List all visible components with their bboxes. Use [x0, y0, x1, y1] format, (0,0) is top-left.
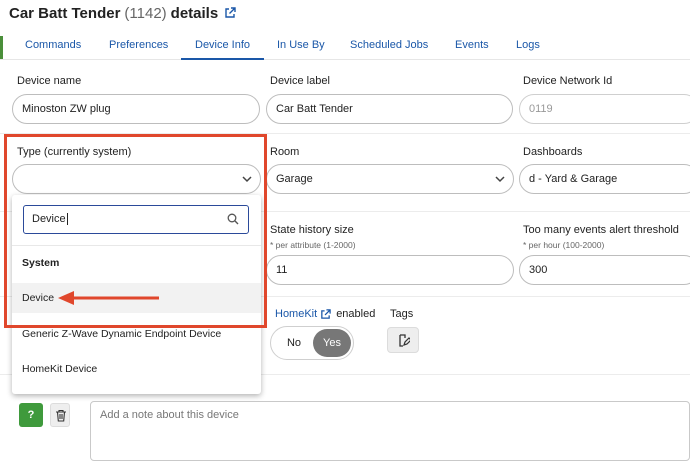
- device-name-label: Device name: [17, 75, 82, 87]
- page-title: Car Batt Tender (1142) details: [9, 2, 236, 24]
- homekit-no-option[interactable]: No: [279, 327, 309, 359]
- tab-bar: Commands Preferences Device Info In Use …: [0, 30, 690, 60]
- tab-in-use-by[interactable]: In Use By: [263, 30, 339, 60]
- delete-button[interactable]: [50, 403, 70, 427]
- homekit-toggle[interactable]: No Yes: [270, 326, 354, 360]
- dashboards-select[interactable]: d - Yard & Garage: [519, 164, 690, 194]
- too-many-events-hint: * per hour (100-2000): [523, 240, 605, 250]
- tab-device-info[interactable]: Device Info: [181, 30, 265, 60]
- tab-preferences[interactable]: Preferences: [95, 30, 182, 60]
- homekit-yes-option[interactable]: Yes: [313, 329, 351, 357]
- homekit-label: HomeKit enabled: [275, 308, 375, 320]
- note-textarea[interactable]: Add a note about this device: [90, 401, 690, 461]
- room-select[interactable]: Garage: [266, 164, 514, 194]
- state-history-label: State history size: [270, 224, 354, 236]
- title-suffix: details: [170, 4, 219, 22]
- homekit-link[interactable]: HomeKit: [275, 308, 317, 320]
- external-link-icon[interactable]: [320, 308, 331, 320]
- trash-icon: [56, 409, 66, 422]
- state-history-hint: * per attribute (1-2000): [270, 240, 356, 250]
- dropdown-item[interactable]: HomeKit Device: [12, 354, 261, 384]
- external-link-icon[interactable]: [224, 7, 236, 19]
- help-button[interactable]: ?: [19, 403, 43, 427]
- too-many-events-field[interactable]: 300: [519, 255, 690, 285]
- device-label-field[interactable]: Car Batt Tender: [266, 94, 513, 124]
- tags-button[interactable]: [387, 327, 419, 353]
- device-id: (1142): [124, 4, 167, 22]
- device-label-label: Device label: [270, 75, 330, 87]
- too-many-events-label: Too many events alert threshold: [523, 224, 679, 236]
- room-label: Room: [270, 146, 300, 158]
- network-id-field: 0119: [519, 94, 690, 124]
- state-history-field[interactable]: 11: [266, 255, 514, 285]
- annotation-arrow: [58, 291, 159, 305]
- tab-scheduled-jobs[interactable]: Scheduled Jobs: [336, 30, 442, 60]
- dashboards-label: Dashboards: [523, 146, 583, 158]
- device-name-field[interactable]: Minoston ZW plug: [12, 94, 260, 124]
- tab-logs[interactable]: Logs: [502, 30, 554, 60]
- homekit-enabled-text: enabled: [336, 308, 376, 320]
- tag-edit-icon: [399, 334, 410, 347]
- device-title: Car Batt Tender: [9, 4, 121, 22]
- chevron-down-icon[interactable]: [494, 173, 506, 185]
- tab-commands[interactable]: Commands: [11, 30, 95, 60]
- network-id-label: Device Network Id: [523, 75, 613, 87]
- tags-label: Tags: [390, 308, 414, 320]
- tab-events[interactable]: Events: [441, 30, 503, 60]
